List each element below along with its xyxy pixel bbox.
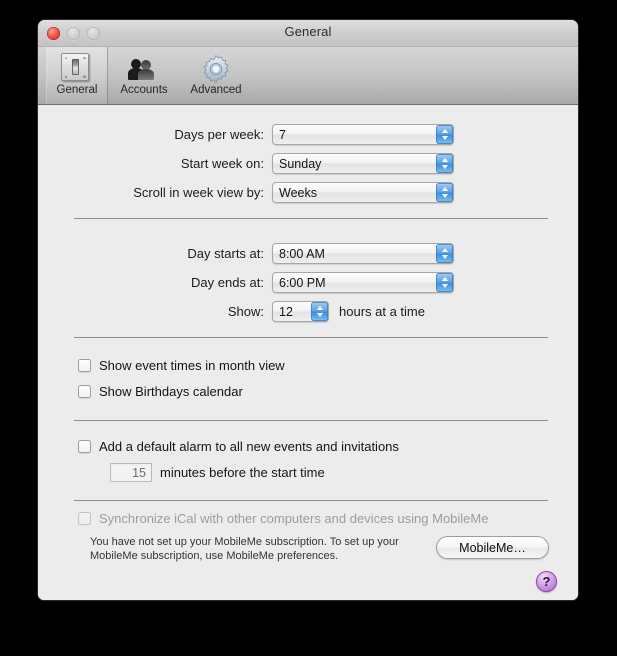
row-start-week-on: Start week on: Sunday: [74, 153, 484, 174]
popup-arrows-icon: [436, 244, 453, 263]
start-week-on-value: Sunday: [279, 156, 322, 171]
row-day-ends-at: Day ends at: 6:00 PM: [74, 272, 484, 293]
scroll-in-week-view-by-value: Weeks: [279, 185, 317, 200]
checkbox-box-icon: [78, 359, 91, 372]
scroll-in-week-view-by-label: Scroll in week view by:: [133, 185, 264, 200]
days-per-week-popup[interactable]: 7: [272, 124, 454, 145]
checkbox-show-birthdays-label: Show Birthdays calendar: [99, 384, 243, 399]
separator-2: [74, 337, 548, 338]
checkbox-show-event-times[interactable]: Show event times in month view: [78, 358, 285, 373]
show-label: Show:: [227, 304, 264, 319]
day-ends-at-value: 6:00 PM: [279, 275, 326, 290]
row-days-per-week: Days per week: 7: [74, 124, 484, 145]
gear-icon: [200, 51, 232, 84]
window-titlebar: General: [38, 20, 578, 47]
window-title: General: [284, 24, 332, 39]
scroll-in-week-view-by-popup[interactable]: Weeks: [272, 182, 454, 203]
show-hours-suffix-label: hours at a time: [339, 304, 425, 319]
separator-4: [74, 500, 548, 501]
alarm-minutes-field[interactable]: 15: [110, 463, 152, 482]
separator-1: [74, 218, 548, 219]
mobileme-description-line1: You have not set up your MobileMe subscr…: [90, 536, 399, 548]
toolbar-item-general[interactable]: General: [46, 47, 108, 104]
row-alarm-minutes: 15 minutes before the start time: [110, 463, 325, 482]
toolbar-item-general-label: General: [56, 84, 98, 96]
mobileme-description: You have not set up your MobileMe subscr…: [90, 535, 410, 563]
separator-3: [74, 420, 548, 421]
start-week-on-popup[interactable]: Sunday: [272, 153, 454, 174]
popup-arrows-icon: [436, 154, 453, 173]
popup-arrows-icon: [436, 183, 453, 202]
checkbox-show-event-times-label: Show event times in month view: [99, 358, 285, 373]
checkbox-box-icon: [78, 440, 91, 453]
days-per-week-label: Days per week:: [174, 127, 264, 142]
preferences-toolbar: General Accounts Advanced: [38, 47, 578, 105]
checkbox-sync-mobileme-label: Synchronize iCal with other computers an…: [99, 511, 489, 526]
show-hours-value: 12: [279, 304, 293, 319]
popup-arrows-icon: [436, 125, 453, 144]
day-ends-at-popup[interactable]: 6:00 PM: [272, 272, 454, 293]
checkbox-show-birthdays[interactable]: Show Birthdays calendar: [78, 384, 243, 399]
days-per-week-value: 7: [279, 127, 286, 142]
checkbox-default-alarm[interactable]: Add a default alarm to all new events an…: [78, 439, 399, 454]
day-starts-at-label: Day starts at:: [187, 246, 264, 261]
mobileme-description-line2: MobileMe subscription, use MobileMe pref…: [90, 550, 339, 562]
popup-arrows-icon: [311, 302, 328, 321]
switch-plate-icon: [61, 51, 93, 83]
popup-arrows-icon: [436, 273, 453, 292]
row-scroll-in-week-view-by: Scroll in week view by: Weeks: [74, 182, 484, 203]
preferences-content: Days per week: 7 Start week on: Sunday S…: [38, 105, 578, 600]
show-hours-popup[interactable]: 12: [272, 301, 329, 322]
checkbox-sync-mobileme[interactable]: Synchronize iCal with other computers an…: [78, 511, 488, 526]
row-show-hours: Show: 12 hours at a time: [74, 301, 514, 322]
toolbar-item-advanced-label: Advanced: [190, 84, 242, 96]
mobileme-button[interactable]: MobileMe…: [436, 536, 549, 559]
people-icon: [128, 51, 160, 83]
checkbox-box-icon: [78, 512, 91, 525]
preferences-window: General General Accounts Advanced Days p…: [38, 20, 578, 600]
alarm-minutes-suffix-label: minutes before the start time: [160, 465, 325, 480]
checkbox-default-alarm-label: Add a default alarm to all new events an…: [99, 439, 399, 454]
toolbar-item-advanced[interactable]: Advanced: [180, 47, 252, 104]
toolbar-item-accounts[interactable]: Accounts: [108, 47, 180, 104]
day-ends-at-label: Day ends at:: [191, 275, 264, 290]
day-starts-at-popup[interactable]: 8:00 AM: [272, 243, 454, 264]
checkbox-box-icon: [78, 385, 91, 398]
day-starts-at-value: 8:00 AM: [279, 246, 325, 261]
start-week-on-label: Start week on:: [180, 156, 264, 171]
row-day-starts-at: Day starts at: 8:00 AM: [74, 243, 484, 264]
help-button[interactable]: ?: [536, 571, 557, 592]
